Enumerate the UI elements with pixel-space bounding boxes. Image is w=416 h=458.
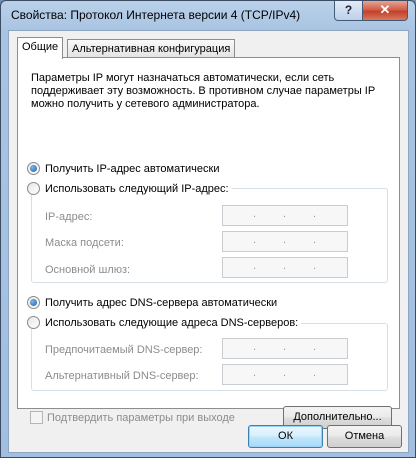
ip-manual-group: IP-адрес: ... Маска подсети: ... Основно… bbox=[31, 188, 388, 283]
preferred-dns-label: Предпочитаемый DNS-сервер: bbox=[45, 344, 203, 356]
tab-general[interactable]: Общие bbox=[17, 37, 64, 59]
radio-ip-auto-label: Получить IP-адрес автоматически bbox=[45, 162, 220, 175]
dns-manual-group: Предпочитаемый DNS-сервер: ... Альтернат… bbox=[31, 323, 388, 391]
radio-dns-auto-label: Получить адрес DNS-сервера автоматически bbox=[45, 296, 278, 309]
default-gateway-input[interactable]: ... bbox=[222, 257, 348, 278]
description-text: Параметры IP могут назначаться автоматич… bbox=[31, 72, 375, 110]
ip-address-label: IP-адрес: bbox=[45, 211, 93, 223]
dialog-client-area: Общие Альтернативная конфигурация Параме… bbox=[8, 30, 409, 453]
subnet-mask-label: Маска подсети: bbox=[45, 237, 124, 249]
dialog-window: Свойства: Протокол Интернета версии 4 (T… bbox=[0, 0, 416, 458]
radio-ip-manual[interactable]: Использовать следующий IP-адрес: bbox=[27, 182, 232, 195]
validate-on-exit-box[interactable] bbox=[30, 411, 43, 424]
radio-dns-auto[interactable]: Получить адрес DNS-сервера автоматически bbox=[27, 296, 281, 309]
alternate-dns-label: Альтернативный DNS-сервер: bbox=[45, 370, 199, 382]
validate-on-exit-label: Подтвердить параметры при выходе bbox=[47, 411, 235, 424]
ip-address-input[interactable]: ... bbox=[222, 205, 348, 226]
radio-dns-manual[interactable]: Использовать следующие адреса DNS-сервер… bbox=[27, 316, 302, 329]
help-button[interactable]: ? bbox=[334, 1, 363, 21]
tab-alternate-configuration[interactable]: Альтернативная конфигурация bbox=[67, 39, 236, 58]
radio-ip-auto[interactable]: Получить IP-адрес автоматически bbox=[27, 162, 223, 175]
window-title: Свойства: Протокол Интернета версии 4 (T… bbox=[11, 8, 301, 22]
radio-ip-auto-indicator[interactable] bbox=[27, 162, 40, 175]
radio-dns-auto-indicator[interactable] bbox=[27, 296, 40, 309]
validate-on-exit-checkbox[interactable]: Подтвердить параметры при выходе bbox=[30, 411, 235, 424]
radio-dns-manual-indicator[interactable] bbox=[27, 316, 40, 329]
radio-dns-manual-label: Использовать следующие адреса DNS-сервер… bbox=[45, 316, 299, 329]
radio-ip-manual-label: Использовать следующий IP-адрес: bbox=[45, 182, 229, 195]
preferred-dns-input[interactable]: ... bbox=[222, 338, 348, 359]
close-button[interactable]: ✕ bbox=[362, 1, 408, 21]
tab-panel-general: Параметры IP могут назначаться автоматич… bbox=[17, 57, 400, 429]
cancel-button[interactable]: Отмена bbox=[327, 425, 402, 448]
default-gateway-label: Основной шлюз: bbox=[45, 264, 131, 276]
alternate-dns-input[interactable]: ... bbox=[222, 364, 348, 385]
ok-button[interactable]: ОК bbox=[248, 425, 323, 448]
subnet-mask-input[interactable]: ... bbox=[222, 231, 348, 252]
radio-ip-manual-indicator[interactable] bbox=[27, 182, 40, 195]
